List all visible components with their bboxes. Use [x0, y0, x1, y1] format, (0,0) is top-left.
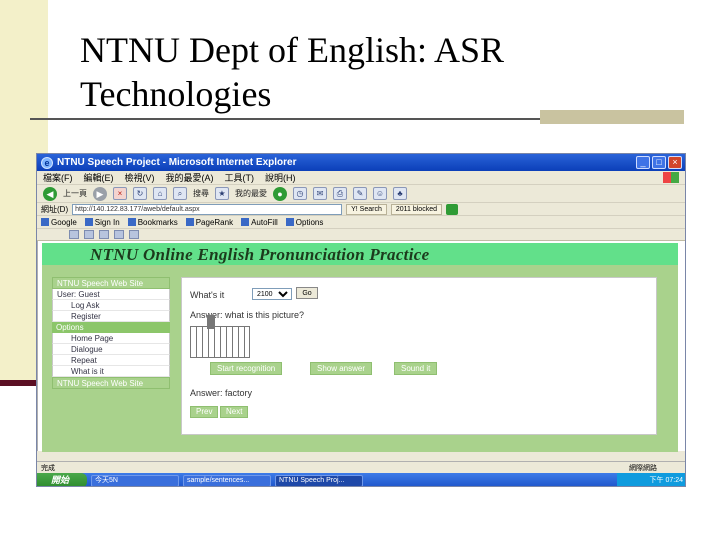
favorites-label[interactable]: 我的最愛 — [235, 188, 267, 199]
maximize-button[interactable]: □ — [652, 156, 666, 169]
start-recognition-button[interactable]: Start recognition — [210, 362, 283, 375]
history-icon[interactable]: ◷ — [293, 187, 307, 200]
popup-blocked-tag[interactable]: 2011 blocked — [390, 203, 442, 215]
sidebar-header[interactable]: NTNU Speech Web Site — [52, 277, 170, 289]
taskbar-item[interactable]: 今天5N — [91, 474, 179, 486]
prev-button[interactable]: Prev — [190, 406, 219, 418]
slide-title: NTNU Dept of English: ASR Technologies — [80, 28, 680, 116]
go-button[interactable]: Go — [296, 287, 318, 299]
sidebar-item-repeat[interactable]: Repeat — [52, 355, 170, 366]
toolbar-link-signin[interactable]: Sign In — [84, 218, 120, 227]
pagerank-icon — [185, 218, 194, 227]
ie-window: e NTNU Speech Project - Microsoft Intern… — [36, 153, 686, 487]
toolbar-link-autofill[interactable]: AutoFill — [241, 218, 278, 227]
next-button[interactable]: Next — [220, 406, 249, 418]
back-arrow-icon[interactable]: ◀ — [43, 186, 57, 201]
sidebar-item-dialogue[interactable]: Dialogue — [52, 344, 170, 355]
window-title: NTNU Speech Project - Microsoft Internet… — [57, 157, 297, 168]
sidebar-footer[interactable]: NTNU Speech Web Site — [52, 377, 170, 389]
sidebar-item-home[interactable]: Home Page — [52, 333, 170, 344]
messenger-icon[interactable]: ♣ — [393, 187, 407, 200]
forward-arrow-icon[interactable]: ▶ — [93, 186, 107, 201]
address-bar: 網址(D) http://140.122.83.177/aweb/default… — [37, 203, 685, 216]
ie-status-bar: 完成 網際網路 — [37, 461, 685, 473]
sidebar-item-user: User: Guest — [52, 289, 170, 300]
address-label: 網址(D) — [41, 204, 69, 214]
autofill-icon — [241, 218, 250, 227]
site-sidebar: NTNU Speech Web Site User: Guest Log Ask… — [52, 277, 170, 389]
address-field[interactable]: http://140.122.83.177/aweb/default.aspx — [72, 203, 343, 215]
ie-logo-icon: e — [41, 156, 53, 169]
sound-it-button[interactable]: Sound it — [394, 362, 438, 375]
toolbar-link-options[interactable]: Options — [285, 218, 323, 227]
sidebar-options-header: Options — [52, 322, 170, 333]
app-icon[interactable] — [114, 230, 124, 239]
menu-view[interactable]: 檢視(V) — [125, 171, 155, 184]
search-label[interactable]: 搜尋 — [193, 188, 209, 199]
toolbar-link-google[interactable]: Google — [41, 218, 77, 227]
app-icon[interactable] — [69, 230, 79, 239]
go-arrow-icon[interactable] — [445, 203, 458, 215]
item-select[interactable]: 2100 — [252, 288, 292, 300]
app-icon[interactable] — [129, 230, 139, 239]
menu-file[interactable]: 檔案(F) — [43, 171, 73, 184]
app-icon[interactable] — [99, 230, 109, 239]
options-icon — [285, 218, 294, 227]
home-icon[interactable]: ⌂ — [153, 187, 167, 200]
google-toolbar: Google Sign In Bookmarks PageRank AutoFi… — [37, 216, 685, 229]
search-tag[interactable]: Y! Search — [346, 203, 387, 215]
menu-edit[interactable]: 編輯(E) — [84, 171, 114, 184]
whats-it-label: What's it — [190, 290, 225, 300]
page-title: NTNU Online English Pronunciation Practi… — [90, 245, 430, 264]
system-tray-clock: 下午 07:24 — [617, 473, 685, 486]
signin-icon — [84, 218, 93, 227]
edit-icon[interactable]: ✎ — [353, 187, 367, 200]
sidebar-item-register[interactable]: Register — [52, 311, 170, 322]
close-button[interactable]: × — [668, 156, 682, 169]
window-titlebar[interactable]: e NTNU Speech Project - Microsoft Intern… — [37, 154, 685, 171]
factory-picture — [190, 315, 250, 358]
refresh-icon[interactable]: ↻ — [133, 187, 147, 200]
taskbar-item-active[interactable]: NTNU Speech Proj... — [275, 474, 363, 486]
menu-tools[interactable]: 工具(T) — [225, 171, 255, 184]
show-answer-button[interactable]: Show answer — [310, 362, 373, 375]
toolbar-link-bookmarks[interactable]: Bookmarks — [127, 218, 178, 227]
bookmark-icon — [127, 218, 136, 227]
exercise-panel: What's it 2100 Go Answer: what is this p… — [181, 277, 657, 435]
sidebar-item-whatisit[interactable]: What is it — [52, 366, 170, 377]
app-icon[interactable] — [84, 230, 94, 239]
title-rule-accent — [540, 110, 684, 124]
menu-favorites[interactable]: 我的最愛(A) — [166, 171, 214, 184]
sidebar-item-login[interactable]: Log Ask — [52, 300, 170, 311]
secondary-toolbar — [37, 229, 685, 241]
status-done: 完成 — [41, 464, 55, 472]
title-rule — [30, 118, 540, 120]
menu-bar: 檔案(F) 編輯(E) 檢視(V) 我的最愛(A) 工具(T) 說明(H) — [37, 171, 685, 185]
slide-title-line1: NTNU Dept of English: ASR — [80, 30, 505, 70]
status-zone: 網際網路 — [629, 464, 657, 472]
page-viewport: NTNU Online English Pronunciation Practi… — [37, 241, 685, 452]
media-icon[interactable]: ● — [273, 186, 287, 201]
start-button[interactable]: 開始 — [37, 473, 87, 486]
minimize-button[interactable]: _ — [636, 156, 650, 169]
favorites-star-icon[interactable]: ★ — [215, 187, 229, 200]
ie-toolbar: ◀ 上一頁 ▶ × ↻ ⌂ ⌕ 搜尋 ★ 我的最愛 ● ◷ ✉ ⎙ ✎ ☺ ♣ — [37, 185, 685, 203]
slide-accent-bar — [0, 380, 36, 386]
discuss-icon[interactable]: ☺ — [373, 187, 387, 200]
print-icon[interactable]: ⎙ — [333, 187, 347, 200]
google-icon — [41, 218, 49, 227]
search-icon[interactable]: ⌕ — [173, 187, 187, 200]
back-label[interactable]: 上一頁 — [63, 188, 87, 199]
answer-text: Answer: factory — [190, 388, 253, 398]
windows-taskbar: 開始 今天5N sample/sentences... NTNU Speech … — [37, 473, 685, 486]
menu-help[interactable]: 說明(H) — [265, 171, 296, 184]
toolbar-link-pagerank[interactable]: PageRank — [185, 218, 233, 227]
mail-icon[interactable]: ✉ — [313, 187, 327, 200]
stop-icon[interactable]: × — [113, 187, 127, 200]
taskbar-item[interactable]: sample/sentences... — [183, 474, 271, 486]
windows-flag-icon — [663, 172, 679, 183]
